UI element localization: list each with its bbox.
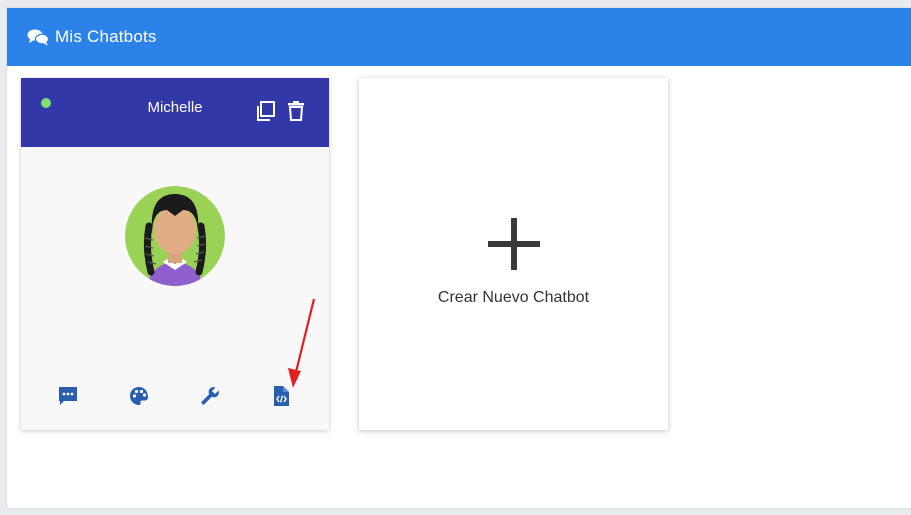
page-title: Mis Chatbots [55, 27, 157, 46]
chat-bubbles-icon [27, 28, 49, 46]
create-chatbot-card[interactable]: Crear Nuevo Chatbot [359, 78, 668, 430]
chatbot-card[interactable]: Michelle [21, 78, 329, 430]
panel-header: Mis Chatbots [7, 8, 911, 66]
chatbot-card-header: Michelle [21, 78, 329, 147]
create-chatbot-label: Crear Nuevo Chatbot [437, 289, 590, 306]
plus-icon [486, 216, 542, 272]
copy-icon[interactable] [255, 100, 277, 122]
wrench-icon[interactable] [198, 384, 222, 408]
card-actions [255, 100, 307, 122]
chat-message-icon[interactable] [56, 384, 80, 408]
chatbot-avatar [125, 186, 225, 286]
code-file-icon[interactable] [269, 384, 293, 408]
palette-icon[interactable] [127, 384, 151, 408]
trash-icon[interactable] [285, 100, 307, 122]
